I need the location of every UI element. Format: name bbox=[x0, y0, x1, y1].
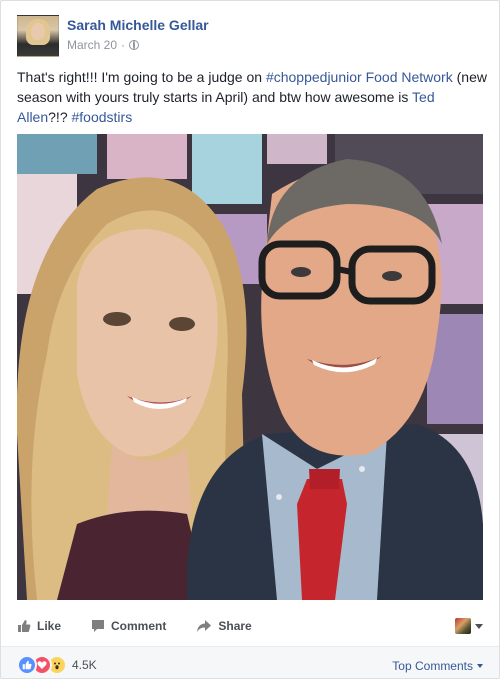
avatar[interactable] bbox=[17, 15, 59, 57]
reaction-summary[interactable]: 4.5K bbox=[17, 655, 97, 675]
post-text-part3: ?!? bbox=[48, 109, 72, 125]
viewer-avatar bbox=[455, 618, 471, 634]
post-card: Sarah Michelle Gellar March 20 · That's … bbox=[0, 0, 500, 679]
share-button[interactable]: Share bbox=[196, 619, 252, 633]
like-label: Like bbox=[37, 619, 62, 633]
post-meta: March 20 · bbox=[67, 38, 140, 52]
link-food-network[interactable]: Food Network bbox=[366, 69, 453, 85]
chevron-down-icon bbox=[475, 623, 483, 629]
reaction-count[interactable]: 4.5K bbox=[72, 658, 97, 672]
photo-image bbox=[17, 134, 483, 600]
globe-icon[interactable] bbox=[129, 40, 140, 50]
reactions-bar: 4.5K Top Comments bbox=[1, 646, 499, 678]
post-date[interactable]: March 20 bbox=[67, 38, 117, 52]
hashtag-foodstirs[interactable]: #foodstirs bbox=[72, 109, 133, 125]
author-name[interactable]: Sarah Michelle Gellar bbox=[67, 17, 209, 33]
top-comments-selector[interactable]: Top Comments bbox=[392, 659, 483, 673]
like-reaction-icon bbox=[17, 655, 37, 675]
post-header: Sarah Michelle Gellar March 20 · bbox=[17, 15, 487, 57]
comment-button[interactable]: Comment bbox=[91, 619, 166, 633]
chevron-down-icon bbox=[477, 664, 483, 668]
hashtag-choppedjunior[interactable]: #choppedjunior bbox=[266, 69, 362, 85]
like-button[interactable]: Like bbox=[17, 619, 61, 633]
thumbs-up-icon bbox=[18, 620, 31, 632]
meta-separator: · bbox=[121, 38, 126, 52]
post-text-part1: That's right!!! I'm going to be a judge … bbox=[17, 69, 266, 85]
comment-label: Comment bbox=[111, 619, 167, 633]
share-label: Share bbox=[218, 619, 252, 633]
post-text: That's right!!! I'm going to be a judge … bbox=[17, 67, 487, 127]
comment-bubble-icon bbox=[92, 620, 105, 632]
top-comments-label: Top Comments bbox=[392, 659, 473, 673]
avatar-face bbox=[31, 23, 45, 40]
share-arrow-icon bbox=[197, 620, 212, 632]
post-actions: Like Comment Share bbox=[17, 612, 483, 640]
post-as-selector[interactable] bbox=[455, 618, 483, 634]
post-photo[interactable] bbox=[17, 134, 483, 600]
